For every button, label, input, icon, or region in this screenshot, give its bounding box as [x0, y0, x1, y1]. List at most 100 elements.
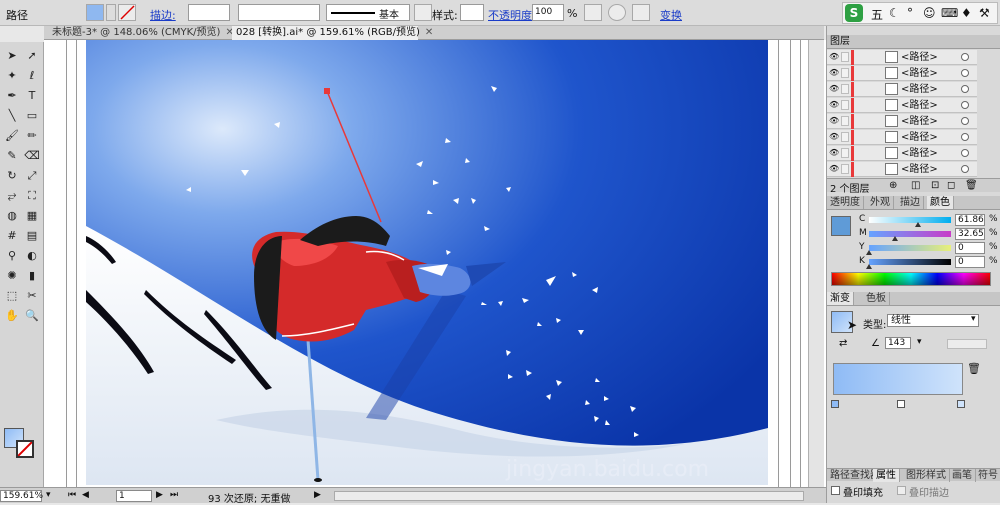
gradient-stop-mid[interactable]: [897, 400, 905, 408]
lock-toggle[interactable]: [841, 100, 849, 110]
gradient-icon[interactable]: ▤: [24, 228, 40, 244]
target-circle-icon[interactable]: [961, 133, 969, 141]
first-artboard-icon[interactable]: ⏮: [68, 490, 76, 500]
brush-options-icon[interactable]: [414, 4, 432, 21]
graphic-style-picker[interactable]: [460, 4, 484, 21]
opacity-link[interactable]: 不透明度:: [488, 7, 536, 23]
slider-knob[interactable]: [866, 264, 872, 269]
eye-icon[interactable]: 👁: [829, 132, 839, 142]
eyedropper-icon[interactable]: ⚲: [4, 248, 20, 264]
tab-untitled-3[interactable]: 未标题-3* @ 148.06% (CMYK/预览) ✕: [48, 26, 234, 40]
channel-slider[interactable]: [866, 245, 951, 255]
logo-s-icon[interactable]: S: [845, 4, 863, 22]
brush-definition[interactable]: 基本: [326, 4, 410, 21]
gradient-stop-right[interactable]: [957, 400, 965, 408]
layer-row[interactable]: 👁 <路径>: [827, 50, 977, 65]
layer-row[interactable]: 👁 <路径>: [827, 130, 977, 145]
align-icon[interactable]: [608, 4, 626, 21]
hand-icon[interactable]: ✋: [4, 308, 20, 324]
layer-row[interactable]: 👁 <路径>: [827, 82, 977, 97]
zoom-field[interactable]: 159.61%: [0, 490, 43, 502]
target-circle-icon[interactable]: [961, 69, 969, 77]
tab-gradient[interactable]: 渐变: [827, 292, 854, 305]
smile-icon[interactable]: ☺: [923, 6, 936, 20]
stroke-proxy[interactable]: [16, 440, 34, 458]
tab-transparency[interactable]: 透明度: [827, 196, 864, 209]
slice-icon[interactable]: ✂: [24, 288, 40, 304]
eye-icon[interactable]: 👁: [829, 148, 839, 158]
rectangle-icon[interactable]: ▭: [24, 108, 40, 124]
symbol-sprayer-icon[interactable]: ✺: [4, 268, 20, 284]
rotate-icon[interactable]: ↻: [4, 168, 20, 184]
status-menu-icon[interactable]: ▶: [314, 490, 321, 500]
target-circle-icon[interactable]: [961, 53, 969, 61]
moon-icon[interactable]: ☾: [889, 6, 900, 20]
layer-row[interactable]: 👁 <路径>: [827, 162, 977, 177]
overprint-stroke-checkbox[interactable]: [897, 486, 906, 495]
close-tab-icon[interactable]: ✕: [425, 26, 433, 40]
new-sublayer-icon[interactable]: ⊡: [931, 180, 939, 191]
tab-symbols[interactable]: 符号: [975, 469, 1000, 482]
last-artboard-icon[interactable]: ⏭: [170, 490, 178, 500]
scale-icon[interactable]: ⤢: [24, 168, 40, 184]
width-icon[interactable]: ⥂: [4, 188, 20, 204]
horizontal-scrollbar[interactable]: [334, 491, 804, 501]
target-circle-icon[interactable]: [961, 117, 969, 125]
layer-row[interactable]: 👁 <路径>: [827, 114, 977, 129]
zoom-dropdown-icon[interactable]: ▾: [46, 490, 51, 500]
slider-knob[interactable]: [915, 222, 922, 227]
tab-stroke[interactable]: 描边: [897, 196, 924, 209]
gradient-type-select[interactable]: 线性: [887, 314, 979, 327]
artboard-number-field[interactable]: 1: [116, 490, 152, 502]
shape-builder-icon[interactable]: ◍: [4, 208, 20, 224]
blob-brush-icon[interactable]: ✎: [4, 148, 20, 164]
target-circle-icon[interactable]: [961, 165, 969, 173]
layer-row[interactable]: 👁 <路径>: [827, 98, 977, 113]
reverse-gradient-icon[interactable]: ⇄: [839, 338, 847, 349]
align-options-icon[interactable]: [632, 4, 650, 21]
lock-toggle[interactable]: [841, 116, 849, 126]
slider-knob[interactable]: [866, 250, 872, 255]
prev-artboard-icon[interactable]: ◀: [82, 490, 89, 500]
free-transform-icon[interactable]: ⛶: [24, 188, 40, 204]
keyboard-icon[interactable]: ⌨: [941, 6, 958, 20]
new-layer-icon[interactable]: ◻: [947, 180, 955, 191]
layer-row[interactable]: 👁 <路径>: [827, 146, 977, 161]
tab-appearance[interactable]: 外观: [867, 196, 894, 209]
tab-028[interactable]: 028 [转换].ai* @ 159.61% (RGB/预览) ✕: [232, 26, 433, 40]
next-artboard-icon[interactable]: ▶: [156, 490, 163, 500]
color-spectrum[interactable]: [831, 272, 991, 286]
dot-icon[interactable]: °: [907, 6, 913, 20]
gradient-angle-input[interactable]: 143: [885, 337, 911, 349]
overprint-fill-checkbox[interactable]: [831, 486, 840, 495]
channel-slider[interactable]: [869, 231, 951, 241]
channel-slider[interactable]: [866, 259, 951, 269]
layer-row[interactable]: 👁 <路径>: [827, 66, 977, 81]
vest-icon[interactable]: ♦: [961, 6, 972, 20]
tab-brushes[interactable]: 画笔: [949, 469, 976, 482]
channel-value-input[interactable]: 0: [955, 242, 985, 254]
tab-attributes[interactable]: 属性: [873, 469, 900, 482]
delete-stop-icon[interactable]: 🗑: [967, 362, 981, 375]
fill-dropdown[interactable]: [106, 4, 116, 21]
zoom-icon[interactable]: 🔍: [24, 308, 40, 324]
ime-mode[interactable]: 五: [871, 6, 883, 23]
eye-icon[interactable]: 👁: [829, 100, 839, 110]
aspect-ratio-field[interactable]: [947, 339, 987, 349]
target-circle-icon[interactable]: [961, 85, 969, 93]
artboard-icon[interactable]: ⬚: [4, 288, 20, 304]
gradient-stop-left[interactable]: [831, 400, 839, 408]
recolor-artwork-icon[interactable]: [584, 4, 602, 21]
slider-knob[interactable]: [892, 236, 899, 241]
eye-icon[interactable]: 👁: [829, 116, 839, 126]
tab-graphic-styles[interactable]: 图形样式: [903, 469, 950, 482]
eraser-icon[interactable]: ⌫: [24, 148, 40, 164]
transform-link[interactable]: 变换: [660, 7, 682, 23]
pen-icon[interactable]: ✒: [4, 88, 20, 104]
lock-toggle[interactable]: [841, 148, 849, 158]
gradient-ramp[interactable]: [833, 363, 963, 395]
trash-icon[interactable]: 🗑: [965, 180, 978, 191]
brush-icon[interactable]: 🖌: [4, 128, 20, 144]
tab-color[interactable]: 颜色: [927, 196, 954, 209]
eye-icon[interactable]: 👁: [829, 52, 839, 62]
